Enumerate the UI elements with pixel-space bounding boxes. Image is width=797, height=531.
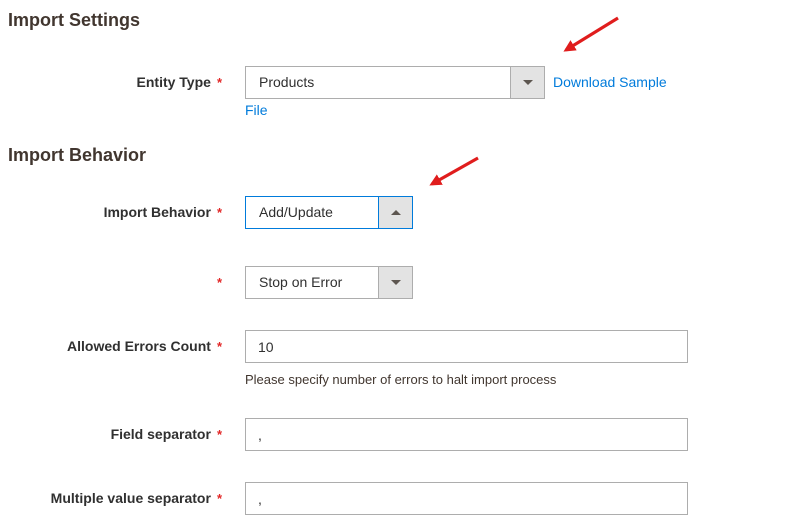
entity-type-control: Products Download Sample File: [245, 66, 667, 118]
required-asterisk: *: [216, 491, 222, 506]
download-sample-file-link-wrap[interactable]: File: [245, 102, 268, 118]
field-separator-input[interactable]: [245, 418, 688, 451]
annotation-arrow-import-behavior: [429, 156, 479, 186]
on-error-label: *: [0, 266, 222, 299]
import-behavior-dropdown-button[interactable]: [378, 197, 412, 228]
stop-on-error-value: Stop on Error: [259, 274, 343, 290]
required-asterisk: *: [216, 205, 222, 220]
entity-type-label: Entity Type *: [136, 74, 222, 90]
caret-up-icon: [390, 210, 401, 215]
field-separator-field: Field separator *: [0, 418, 688, 451]
import-behavior-field: Import Behavior * Add/Update: [0, 196, 413, 229]
multiple-value-separator-label: Multiple value separator *: [50, 490, 222, 506]
entity-type-dropdown-button[interactable]: [510, 67, 544, 98]
on-error-field: * Stop on Error: [0, 266, 413, 299]
import-settings-page: Import Settings Entity Type * Products Do…: [0, 0, 797, 531]
required-asterisk: *: [216, 339, 222, 354]
multiple-value-separator-field: Multiple value separator *: [0, 482, 688, 515]
required-asterisk: *: [216, 75, 222, 90]
stop-on-error-dropdown-button[interactable]: [378, 267, 412, 298]
import-settings-heading: Import Settings: [8, 10, 141, 30]
import-behavior-label: Import Behavior *: [103, 204, 222, 220]
import-behavior-value: Add/Update: [259, 204, 333, 220]
stop-on-error-select[interactable]: Stop on Error: [245, 266, 413, 299]
required-asterisk: *: [216, 275, 222, 290]
required-asterisk: *: [216, 427, 222, 442]
allowed-errors-count-input[interactable]: [245, 330, 688, 363]
entity-type-field: Entity Type * Products Download Sample Fil…: [0, 66, 667, 118]
field-separator-label: Field separator *: [110, 426, 222, 442]
allowed-errors-count-label: Allowed Errors Count *: [67, 338, 222, 354]
entity-type-value: Products: [259, 74, 315, 90]
entity-type-select[interactable]: Products: [245, 66, 545, 99]
caret-down-icon: [522, 80, 533, 85]
download-sample-file-link[interactable]: Download Sample: [553, 66, 667, 99]
annotation-arrow-entity-type: [563, 16, 619, 52]
allowed-errors-note: Please specify number of errors to halt …: [245, 372, 557, 387]
caret-down-icon: [390, 280, 401, 285]
import-behavior-heading: Import Behavior: [8, 145, 147, 165]
multiple-value-separator-input[interactable]: [245, 482, 688, 515]
import-behavior-select[interactable]: Add/Update: [245, 196, 413, 229]
allowed-errors-count-field: Allowed Errors Count* Please specify num…: [0, 330, 688, 388]
